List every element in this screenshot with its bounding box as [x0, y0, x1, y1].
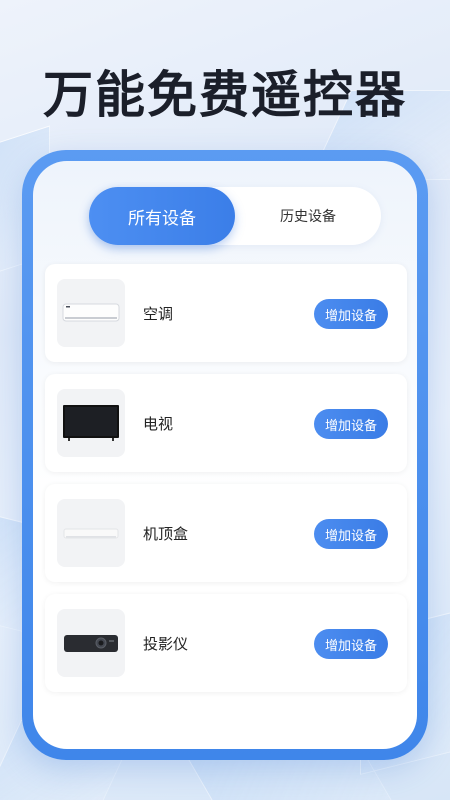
headline: 万能免费遥控器	[43, 66, 407, 124]
phone-screen: 所有设备 历史设备 空调 增加设备 电视 增加设备 机顶盒 增加设备 投影仪 增…	[33, 161, 417, 749]
device-item-projector[interactable]: 投影仪 增加设备	[45, 594, 407, 692]
air-conditioner-icon	[57, 279, 125, 347]
device-name: 投影仪	[143, 634, 189, 653]
device-item-set-top-box[interactable]: 机顶盒 增加设备	[45, 484, 407, 582]
add-device-button[interactable]: 增加设备	[314, 629, 388, 659]
tab-all-devices[interactable]: 所有设备	[89, 187, 235, 245]
add-device-button[interactable]: 增加设备	[314, 519, 388, 549]
device-list: 空调 增加设备 电视 增加设备 机顶盒 增加设备 投影仪 增加设备	[45, 264, 407, 704]
set-top-box-icon	[57, 499, 125, 567]
tab-bar: 所有设备 历史设备	[89, 187, 381, 245]
device-item-tv[interactable]: 电视 增加设备	[45, 374, 407, 472]
device-item-air-conditioner[interactable]: 空调 增加设备	[45, 264, 407, 362]
add-device-button[interactable]: 增加设备	[314, 409, 388, 439]
device-name: 机顶盒	[143, 524, 189, 543]
add-device-button[interactable]: 增加设备	[314, 299, 388, 329]
tv-icon	[57, 389, 125, 457]
phone-frame: 所有设备 历史设备 空调 增加设备 电视 增加设备 机顶盒 增加设备 投影仪 增…	[22, 150, 428, 760]
device-name: 空调	[143, 304, 174, 323]
tab-history-devices[interactable]: 历史设备	[235, 187, 381, 245]
device-name: 电视	[143, 414, 174, 433]
projector-icon	[57, 609, 125, 677]
